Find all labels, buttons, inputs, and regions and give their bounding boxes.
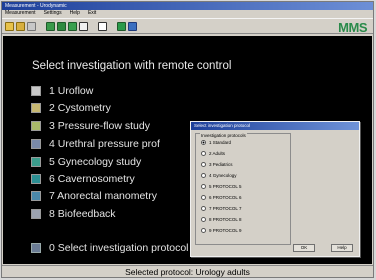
investigation-label: 4 Urethral pressure prof: [49, 137, 160, 150]
investigation-item-biofeedback[interactable]: 8 Biofeedback: [31, 207, 116, 220]
protocol-option-label: 3 Pediatrics: [209, 162, 233, 167]
menu-settings[interactable]: Settings: [44, 10, 62, 17]
anorectal-icon: [31, 190, 41, 201]
radio-icon[interactable]: [201, 151, 206, 156]
mms-logo: MMS: [338, 20, 367, 35]
cystometry-icon: [31, 102, 41, 113]
protocol-dialog: Select investigation protocol Investigat…: [190, 121, 360, 257]
ok-button[interactable]: OK: [293, 244, 315, 252]
toolbar: MMS: [2, 18, 373, 35]
save-icon[interactable]: [16, 21, 25, 31]
uroflow-icon: [31, 85, 41, 96]
investigation-label: 1 Uroflow: [49, 84, 94, 97]
biofeedback-icon: [31, 208, 41, 219]
protocol-option-label: 1 Standard: [209, 140, 232, 145]
protocol-group: Investigation protocols 1 Standard 2 Adu…: [195, 133, 291, 245]
radio-icon[interactable]: [201, 195, 206, 200]
investigation-label: 7 Anorectal manometry: [49, 189, 157, 202]
radio-icon[interactable]: [201, 184, 206, 189]
investigation-item-gynecology[interactable]: 5 Gynecology study: [31, 155, 141, 168]
protocol-option-label: 9 PROTOCOL 9: [209, 228, 242, 233]
protocol-option[interactable]: 2 Adults: [201, 151, 225, 156]
investigation-panel: Select investigation with remote control…: [3, 36, 372, 264]
protocol-option[interactable]: 7 PROTOCOL 7: [201, 206, 242, 211]
settings-icon[interactable]: [57, 21, 66, 31]
investigation-label: 3 Pressure-flow study: [49, 119, 150, 132]
menu-exit[interactable]: Exit: [88, 10, 96, 17]
radio-icon[interactable]: [201, 173, 206, 178]
menu-measurement[interactable]: Measurement: [5, 10, 36, 17]
select-protocol-label: 0 Select investigation protocol: [49, 241, 189, 254]
radio-icon[interactable]: [201, 162, 206, 167]
radio-icon[interactable]: [201, 228, 206, 233]
chart-icon[interactable]: [68, 21, 77, 31]
list-icon[interactable]: [117, 21, 126, 31]
investigation-item-pressure-flow[interactable]: 3 Pressure-flow study: [31, 119, 150, 132]
radio-selected-icon[interactable]: [201, 140, 206, 145]
investigation-label: 2 Cystometry: [49, 101, 111, 114]
cavernosometry-icon: [31, 173, 41, 184]
radio-icon[interactable]: [201, 217, 206, 222]
investigation-item-uroflow[interactable]: 1 Uroflow: [31, 84, 93, 97]
pressure-flow-icon: [31, 120, 41, 131]
open-icon[interactable]: [5, 21, 14, 31]
report-icon[interactable]: [98, 21, 107, 31]
investigation-label: 5 Gynecology study: [49, 155, 142, 168]
select-protocol-item[interactable]: 0 Select investigation protocol: [31, 241, 189, 254]
investigation-label: 8 Biofeedback: [49, 207, 116, 220]
dialog-title: Select investigation protocol: [191, 122, 359, 130]
protocol-icon: [31, 242, 41, 253]
protocol-option-label: 4 Gynecology: [209, 173, 237, 178]
investigation-item-anorectal[interactable]: 7 Anorectal manometry: [31, 189, 157, 202]
menu-help[interactable]: Help: [70, 10, 80, 17]
protocol-option-label: 7 PROTOCOL 7: [209, 206, 242, 211]
investigation-item-cystometry[interactable]: 2 Cystometry: [31, 101, 111, 114]
investigation-label: 6 Cavernosometry: [49, 172, 135, 185]
print-icon[interactable]: [27, 21, 36, 31]
window-icon[interactable]: [79, 21, 88, 31]
help-button[interactable]: Help: [331, 244, 353, 252]
export-icon[interactable]: [128, 21, 137, 31]
app-window: Measurement - Urodynamic Measurement Set…: [1, 1, 374, 278]
menubar: Measurement Settings Help Exit: [2, 10, 373, 17]
protocol-option[interactable]: 6 PROTOCOL 6: [201, 195, 242, 200]
protocol-option-label: 6 PROTOCOL 6: [209, 195, 242, 200]
protocol-option[interactable]: 5 PROTOCOL 5: [201, 184, 242, 189]
investigation-item-urethral-pressure[interactable]: 4 Urethral pressure prof: [31, 137, 160, 150]
protocol-option[interactable]: 9 PROTOCOL 9: [201, 228, 242, 233]
panel-heading: Select investigation with remote control: [32, 60, 232, 72]
urethral-pressure-icon: [31, 138, 41, 149]
protocol-option[interactable]: 1 Standard: [201, 140, 231, 145]
window-titlebar: Measurement - Urodynamic: [2, 2, 373, 10]
gynecology-icon: [31, 156, 41, 167]
protocol-group-label: Investigation protocols: [200, 133, 247, 138]
protocol-option-label: 2 Adults: [209, 151, 226, 156]
protocol-option[interactable]: 4 Gynecology: [201, 173, 237, 178]
protocol-option[interactable]: 3 Pediatrics: [201, 162, 233, 167]
status-bar: Selected protocol: Urology adults: [2, 265, 373, 277]
protocol-option[interactable]: 8 PROTOCOL 8: [201, 217, 242, 222]
protocol-option-label: 5 PROTOCOL 5: [209, 184, 242, 189]
investigation-item-cavernosometry[interactable]: 6 Cavernosometry: [31, 172, 135, 185]
patient-icon[interactable]: [46, 21, 55, 31]
radio-icon[interactable]: [201, 206, 206, 211]
protocol-option-label: 8 PROTOCOL 8: [209, 217, 242, 222]
